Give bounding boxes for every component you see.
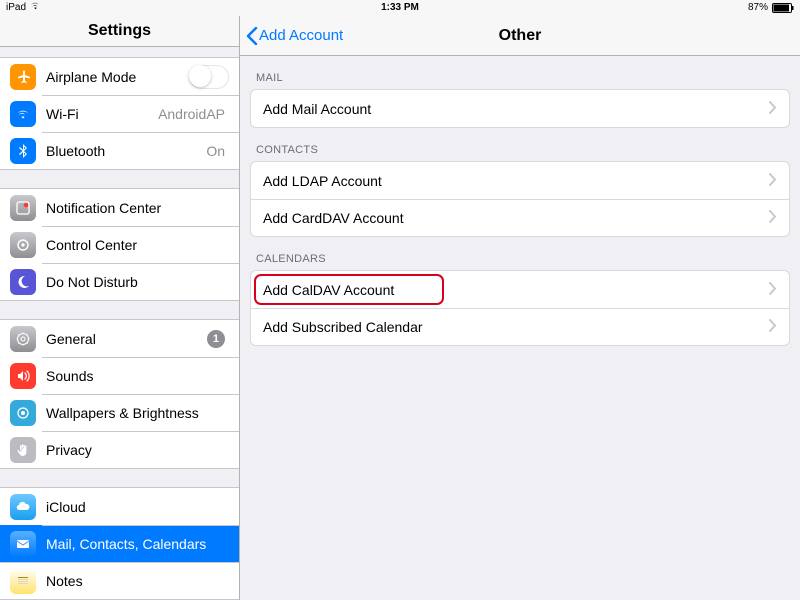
cell-label: Add Subscribed Calendar <box>263 319 769 335</box>
section-cells: Add LDAP Account Add CardDAV Account <box>250 161 790 237</box>
sidebar-item-value: AndroidAP <box>158 106 225 122</box>
sidebar-item-privacy[interactable]: Privacy <box>0 431 239 468</box>
sidebar-header: Settings <box>0 16 239 47</box>
control-center-icon <box>10 232 36 258</box>
section-header: MAIL <box>240 56 800 89</box>
sidebar-item-label: Airplane Mode <box>46 69 189 85</box>
sidebar-item-control-center[interactable]: Control Center <box>0 226 239 263</box>
sidebar-item-bluetooth[interactable]: BluetoothOn <box>0 132 239 169</box>
cell-add-mail-account[interactable]: Add Mail Account <box>251 90 789 127</box>
airplane-icon <box>10 64 36 90</box>
bluetooth-icon <box>10 138 36 164</box>
sidebar-group: iCloud Mail, Contacts, Calendars Notes <box>0 487 239 600</box>
section-header: CONTACTS <box>240 128 800 161</box>
detail-pane: Add Account Other MAIL Add Mail Account CO… <box>240 16 800 600</box>
chevron-right-icon <box>769 173 777 189</box>
status-bar: iPad 1:33 PM 87% <box>0 0 800 16</box>
sidebar-item-label: Mail, Contacts, Calendars <box>46 536 229 552</box>
sidebar-item-wi-fi[interactable]: Wi-FiAndroidAP <box>0 95 239 132</box>
sidebar-item-label: Control Center <box>46 237 229 253</box>
cell-label: Add CalDAV Account <box>263 282 769 298</box>
airplane-mode-switch[interactable] <box>189 65 229 89</box>
sidebar-item-label: Wallpapers & Brightness <box>46 405 229 421</box>
gear-icon <box>10 326 36 352</box>
cell-label: Add LDAP Account <box>263 173 769 189</box>
sidebar-item-sounds[interactable]: Sounds <box>0 357 239 394</box>
device-label: iPad <box>6 2 26 13</box>
battery-icon <box>772 3 794 13</box>
cell-add-carddav-account[interactable]: Add CardDAV Account <box>251 199 789 236</box>
notes-icon <box>10 568 36 594</box>
wifi-icon <box>10 101 36 127</box>
wifi-status-icon <box>30 2 41 13</box>
sidebar-title: Settings <box>88 22 151 40</box>
sidebar-item-notes[interactable]: Notes <box>0 562 239 599</box>
sidebar-item-icloud[interactable]: iCloud <box>0 488 239 525</box>
sidebar-item-label: Bluetooth <box>46 143 206 159</box>
detail-title: Other <box>499 27 542 45</box>
detail-header: Add Account Other <box>240 16 800 56</box>
sidebar-item-general[interactable]: General1 <box>0 320 239 357</box>
chevron-right-icon <box>769 101 777 117</box>
sidebar-item-label: Notification Center <box>46 200 229 216</box>
chevron-left-icon <box>246 27 258 45</box>
sidebar-item-label: Wi-Fi <box>46 106 158 122</box>
sidebar-item-do-not-disturb[interactable]: Do Not Disturb <box>0 263 239 300</box>
sidebar-item-label: Sounds <box>46 368 229 384</box>
cell-add-subscribed-calendar[interactable]: Add Subscribed Calendar <box>251 308 789 345</box>
sidebar-item-label: Do Not Disturb <box>46 274 229 290</box>
sidebar-item-notification-center[interactable]: Notification Center <box>0 189 239 226</box>
chevron-right-icon <box>769 210 777 226</box>
cell-add-caldav-account[interactable]: Add CalDAV Account <box>251 271 789 308</box>
sidebar-item-label: General <box>46 331 207 347</box>
chevron-right-icon <box>769 319 777 335</box>
wallpaper-icon <box>10 400 36 426</box>
battery-pct-label: 87% <box>748 2 768 13</box>
hand-icon <box>10 437 36 463</box>
clock-label: 1:33 PM <box>146 2 654 13</box>
notification-icon <box>10 195 36 221</box>
cell-add-ldap-account[interactable]: Add LDAP Account <box>251 162 789 199</box>
sidebar-item-mail-contacts-calendars[interactable]: Mail, Contacts, Calendars <box>0 525 239 562</box>
sidebar-item-airplane-mode[interactable]: Airplane Mode <box>0 58 239 95</box>
section-cells: Add Mail Account <box>250 89 790 128</box>
cell-label: Add Mail Account <box>263 101 769 117</box>
sidebar-group: General1 Sounds Wallpapers & Brightness Pri… <box>0 319 239 469</box>
cell-label: Add CardDAV Account <box>263 210 769 226</box>
back-button[interactable]: Add Account <box>246 27 343 45</box>
settings-sidebar: Settings Airplane ModeWi-FiAndroidAPBlue… <box>0 16 240 600</box>
sidebar-item-label: Privacy <box>46 442 229 458</box>
badge: 1 <box>207 330 225 348</box>
back-label: Add Account <box>259 27 343 44</box>
moon-icon <box>10 269 36 295</box>
sidebar-item-value: On <box>206 143 225 159</box>
sidebar-item-label: Notes <box>46 573 229 589</box>
mail-icon <box>10 531 36 557</box>
section-header: CALENDARS <box>240 237 800 270</box>
sidebar-group: Airplane ModeWi-FiAndroidAPBluetoothOn <box>0 57 239 170</box>
section-cells: Add CalDAV Account Add Subscribed Calenda… <box>250 270 790 346</box>
speaker-icon <box>10 363 36 389</box>
icloud-icon <box>10 494 36 520</box>
chevron-right-icon <box>769 282 777 298</box>
sidebar-item-wallpapers-brightness[interactable]: Wallpapers & Brightness <box>0 394 239 431</box>
sidebar-group: Notification Center Control Center Do Not … <box>0 188 239 301</box>
sidebar-item-label: iCloud <box>46 499 229 515</box>
